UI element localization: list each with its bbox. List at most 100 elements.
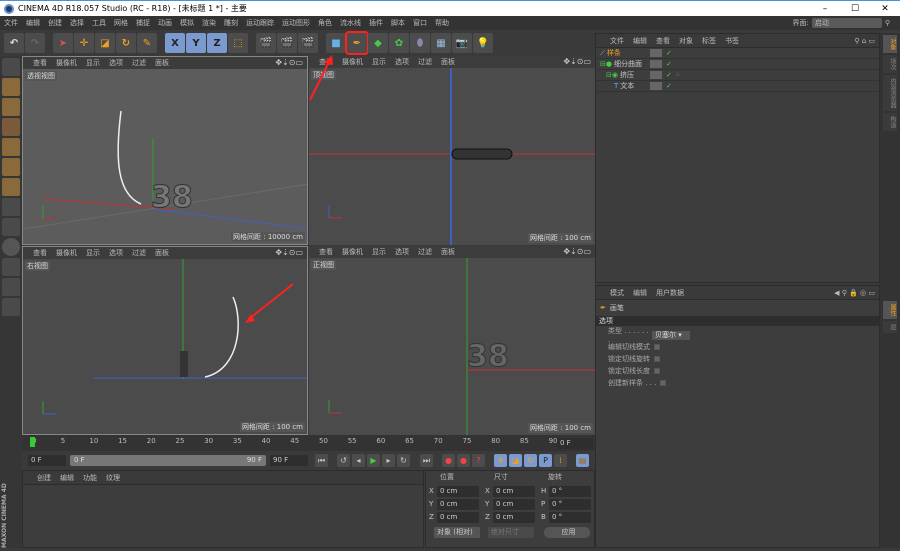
size-z-field[interactable]: 0 cm [493,512,535,523]
apply-button[interactable]: 应用 [544,527,590,538]
menu-character[interactable]: 角色 [318,18,332,28]
undo-icon[interactable]: ↶ [4,33,24,53]
vp-menu-options[interactable]: 选项 [109,58,123,68]
am-menu-edit[interactable]: 编辑 [633,288,647,298]
next-frame-icon[interactable]: ▸ [382,454,395,467]
object-row-text[interactable]: T 文本 ✓ [596,81,879,92]
auto-key-icon[interactable]: ● [457,454,470,467]
rotation-z-field[interactable]: 0 ° [549,512,591,523]
vp-menu-filter[interactable]: 过滤 [132,248,146,258]
vp-menu-options[interactable]: 选项 [395,247,409,257]
move-icon[interactable]: ✛ [74,33,94,53]
vp-menu-display[interactable]: 显示 [86,248,100,258]
vp-menu-camera[interactable]: 摄像机 [56,58,77,68]
om-menu-bookmarks[interactable]: 书签 [725,36,739,46]
viewport-perspective[interactable]: 查看 摄像机 显示 选项 过滤 面板 ✥⇣⊙▭ 38 透视视图 网格间距 : 10000 … [22,56,308,245]
vp-menu-panel[interactable]: 面板 [155,58,169,68]
vp-menu-view[interactable]: 查看 [33,248,47,258]
minimize-button[interactable]: – [810,1,840,17]
viewport-top[interactable]: 查看摄像机显示选项过滤面板 ✥⇣⊙▭ 顶视图 网格间距 : 100 cm [309,56,595,245]
menu-help[interactable]: 帮助 [435,18,449,28]
render-picture-viewer-icon[interactable]: 🎬 [277,33,297,53]
create-new-spline-checkbox[interactable] [660,380,667,386]
edit-tangent-checkbox[interactable] [654,344,660,350]
tweak-icon[interactable] [2,218,20,236]
vp-menu-filter[interactable]: 过滤 [418,247,432,257]
am-menu-userdata[interactable]: 用户数据 [656,288,684,298]
make-editable-icon[interactable] [2,58,20,76]
position-z-field[interactable]: 0 cm [437,512,479,523]
deformer-icon[interactable]: ⬮ [410,33,430,53]
floor-icon[interactable]: ▦ [431,33,451,53]
vp-menu-camera[interactable]: 摄像机 [342,247,363,257]
type-dropdown[interactable]: 贝塞尔 ▾ [652,330,690,340]
magnet-icon[interactable] [2,258,20,276]
mat-menu-function[interactable]: 功能 [83,473,97,483]
cloner-icon[interactable]: ✿ [389,33,409,53]
redo-icon[interactable]: ↷ [25,33,45,53]
size-x-field[interactable]: 0 cm [493,486,535,497]
key-position-icon[interactable]: ✛ [494,454,507,467]
texture-mode-icon[interactable] [2,98,20,116]
coord-mode-dropdown[interactable]: 对象 (相对) [434,527,480,538]
pen-spline-icon[interactable]: ✒ [345,31,369,55]
tab-objects[interactable]: 对象 [883,35,897,53]
object-row-spline[interactable]: ⟋ 样条 ✓ [596,48,879,59]
rotation-x-field[interactable]: 0 ° [549,486,591,497]
menu-mesh[interactable]: 网格 [114,18,128,28]
menu-select[interactable]: 选择 [70,18,84,28]
viewport-right[interactable]: 查看 摄像机 显示 选项 过滤 面板 ✥⇣⊙▭ 右视图 网格间距 : 100 cm [22,246,308,435]
light-icon[interactable]: 💡 [473,33,493,53]
menu-mograph[interactable]: 运动图形 [282,18,310,28]
key-pla-icon[interactable]: ⁞ [554,454,567,467]
x-axis-lock-button[interactable]: X [165,33,185,53]
scale-icon[interactable]: ◪ [95,33,115,53]
object-row-extrude[interactable]: ⊟◉ 挤压 ✓ ⁘ [596,70,879,81]
next-key-icon[interactable]: ↻ [397,454,410,467]
vp-menu-display[interactable]: 显示 [372,247,386,257]
rotation-y-field[interactable]: 0 ° [549,499,591,510]
vp-menu-display[interactable]: 显示 [86,58,100,68]
menu-sculpt[interactable]: 雕刻 [224,18,238,28]
end-frame-field[interactable]: 90 F [270,455,308,466]
menu-render[interactable]: 渲染 [202,18,216,28]
vp-menu-panel[interactable]: 面板 [441,57,455,67]
position-y-field[interactable]: 0 cm [437,499,479,510]
render-settings-icon[interactable]: 🎬 [298,33,318,53]
menu-edit[interactable]: 编辑 [26,18,40,28]
menu-snap[interactable]: 捕捉 [136,18,150,28]
previous-frame-icon[interactable]: ◂ [352,454,365,467]
render-view-icon[interactable]: 🎬 [256,33,276,53]
vp-menu-display[interactable]: 显示 [372,57,386,67]
viewport-nav-icons[interactable]: ✥⇣⊙▭ [563,247,591,256]
y-axis-lock-button[interactable]: Y [186,33,206,53]
select-arrow-icon[interactable]: ➤ [53,33,73,53]
model-mode-icon[interactable] [2,78,20,96]
cube-icon[interactable]: ■ [326,33,346,53]
position-x-field[interactable]: 0 cm [437,486,479,497]
menu-plugins[interactable]: 插件 [369,18,383,28]
vp-menu-camera[interactable]: 摄像机 [342,57,363,67]
vp-menu-filter[interactable]: 过滤 [418,57,432,67]
viewport-nav-icons[interactable]: ✥⇣⊙▭ [275,248,303,257]
om-search-home-icons[interactable]: ⚲ ⌂ ▭ [854,37,875,45]
visibility-toggle[interactable] [650,82,662,90]
om-menu-tags[interactable]: 标签 [702,36,716,46]
menu-create[interactable]: 创建 [48,18,62,28]
visibility-toggle[interactable] [650,60,662,68]
menu-window[interactable]: 窗口 [413,18,427,28]
workplane-icon[interactable] [2,118,20,136]
enabled-check-icon[interactable]: ✓ [666,60,672,68]
key-scale-icon[interactable]: ◪ [509,454,522,467]
layout-dropdown[interactable]: 启动 [811,18,882,28]
go-to-end-icon[interactable]: ⏭ [420,454,433,467]
keyframe-selection-icon[interactable]: ? [472,454,485,467]
tab-content-browser[interactable]: 内容浏览器 [883,75,897,111]
enabled-check-icon[interactable]: ✓ [666,71,672,79]
object-row-subdivision[interactable]: ⊟● 细分曲面 ✓ [596,59,879,70]
am-menu-mode[interactable]: 模式 [610,288,624,298]
play-icon[interactable]: ▶ [367,454,380,467]
vp-menu-view[interactable]: 查看 [319,247,333,257]
maximize-button[interactable]: ☐ [840,1,870,17]
menu-pipeline[interactable]: 流水线 [340,18,361,28]
